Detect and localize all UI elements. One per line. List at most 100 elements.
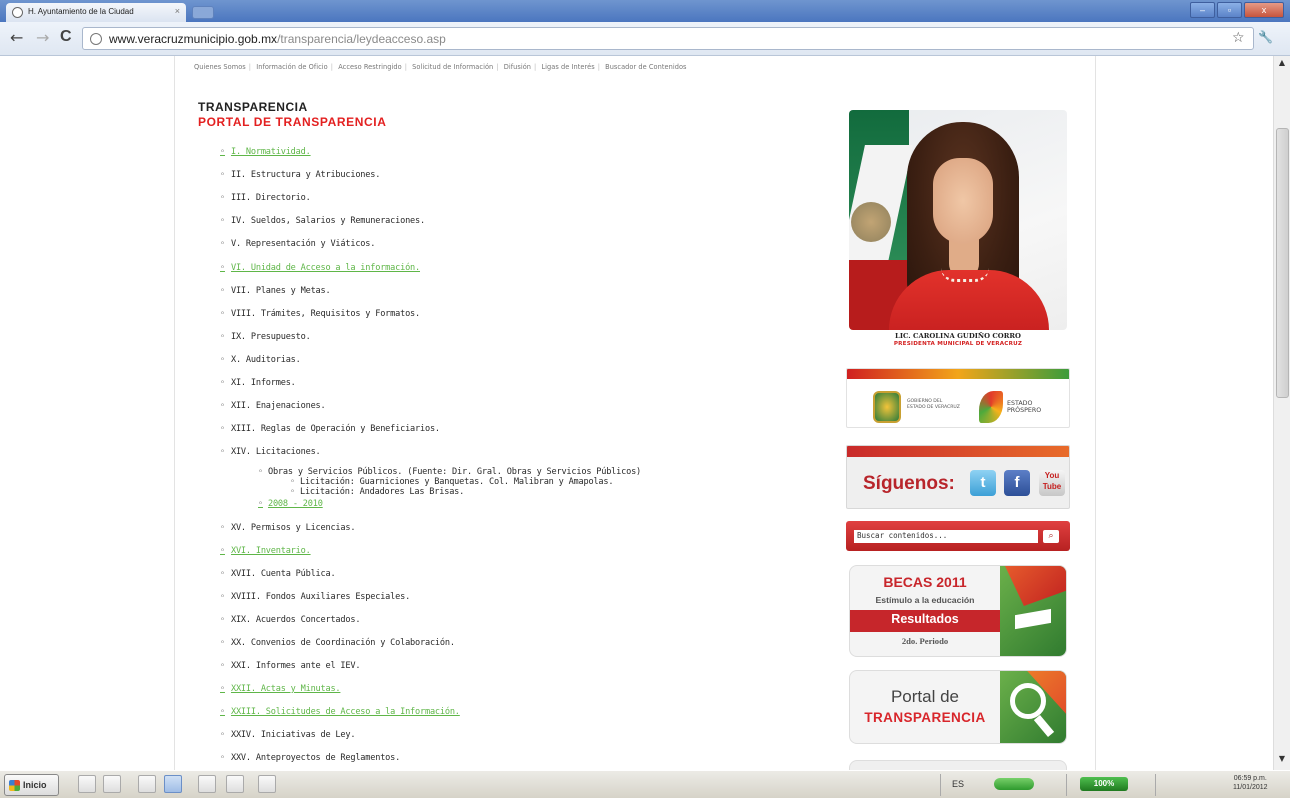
battery-percent[interactable]: 100% xyxy=(1080,777,1128,791)
browser-toolbar: ← → C www.veracruzmunicipio.gob.mx/trans… xyxy=(0,22,1290,56)
page-subtitle: PORTAL DE TRANSPARENCIA xyxy=(198,115,387,129)
sub-item-licitacion: Licitación: Guarniciones y Banquetas. Co… xyxy=(290,477,614,487)
nav-ligas-interes[interactable]: Ligas de Interés xyxy=(541,63,594,71)
page-icon xyxy=(90,33,102,45)
nav-buscador-contenidos[interactable]: Buscador de Contenidos xyxy=(605,63,686,71)
list-item: VIII. Trámites, Requisitos y Formatos. xyxy=(220,309,420,319)
nav-solicitud-informacion[interactable]: Solicitud de Información xyxy=(412,63,493,71)
globe-icon xyxy=(12,7,23,18)
tab-title: H. Ayuntamiento de la Ciudad xyxy=(28,7,134,16)
sub-item-licitacion: Licitación: Andadores Las Brisas. xyxy=(290,487,464,497)
list-item-link[interactable]: VI. Unidad de Acceso a la información. xyxy=(220,263,420,273)
next-banner-partial[interactable] xyxy=(849,760,1067,770)
list-item-link[interactable]: XVI. Inventario. xyxy=(220,546,311,556)
list-item: XVII. Cuenta Pública. xyxy=(220,569,336,579)
list-item: V. Representación y Viáticos. xyxy=(220,239,375,249)
gobierno-veracruz-banner[interactable]: GOBIERNO DEL ESTADO DE VERACRUZ ESTADO PRÓ… xyxy=(846,368,1070,428)
mayor-portrait xyxy=(849,110,1067,330)
tray-divider xyxy=(1066,774,1067,796)
list-item: X. Auditorias. xyxy=(220,355,301,365)
minimize-button[interactable]: – xyxy=(1190,2,1215,18)
nav-separator: | xyxy=(534,63,537,71)
list-item-link[interactable]: XXII. Actas y Minutas. xyxy=(220,684,341,694)
start-button[interactable]: Inicio xyxy=(4,774,59,796)
browser-tab[interactable]: H. Ayuntamiento de la Ciudad × xyxy=(6,3,186,22)
list-item: III. Directorio. xyxy=(220,193,311,203)
maximize-button[interactable]: ▫ xyxy=(1217,2,1242,18)
portal-label-1: Portal de xyxy=(890,687,960,706)
gobierno-text: GOBIERNO DEL ESTADO DE VERACRUZ xyxy=(907,399,960,410)
page-scrollbar[interactable]: ▲ ▼ xyxy=(1273,56,1290,770)
windows-taskbar: Inicio ES 100% 06:59 p.m. 11/01/2012 xyxy=(0,770,1290,798)
back-button[interactable]: ← xyxy=(10,28,23,47)
estado-prospero-text: ESTADO PRÓSPERO xyxy=(1007,400,1042,414)
list-item: XXI. Informes ante el IEV. xyxy=(220,661,361,671)
list-item: XVIII. Fondos Auxiliares Especiales. xyxy=(220,592,410,602)
nav-separator: | xyxy=(597,63,600,71)
bookmark-star-icon[interactable]: ☆ xyxy=(1232,30,1245,46)
new-tab-button[interactable] xyxy=(192,6,214,19)
portal-label-2: TRANSPARENCIA xyxy=(864,710,986,725)
reload-button[interactable]: C xyxy=(60,28,72,46)
portal-transparencia-banner[interactable]: Portal de TRANSPARENCIA xyxy=(849,670,1067,744)
scroll-thumb[interactable] xyxy=(1276,128,1289,398)
list-item: XI. Informes. xyxy=(220,378,296,388)
list-item: XIX. Acuerdos Concertados. xyxy=(220,615,361,625)
taskbar-app-icon[interactable] xyxy=(198,775,216,793)
becas-results: Resultados xyxy=(891,612,959,626)
wrench-icon[interactable]: 🔧 xyxy=(1258,30,1273,44)
forward-button[interactable]: → xyxy=(36,28,49,47)
language-indicator[interactable]: ES xyxy=(952,779,964,789)
becas-banner[interactable]: BECAS 2011 Estímulo a la educación Resul… xyxy=(849,565,1067,657)
content-search-box: Buscar contenidos... ⌕ xyxy=(846,521,1070,551)
clock-time: 06:59 p.m. xyxy=(1233,775,1267,782)
magnifier-icon xyxy=(1010,683,1046,719)
search-input[interactable]: Buscar contenidos... xyxy=(854,530,1038,543)
nav-separator: | xyxy=(404,63,407,71)
quicklaunch-desktop-icon[interactable] xyxy=(78,775,96,793)
nav-acceso-restringido[interactable]: Acceso Restringido xyxy=(338,63,402,71)
list-item: VII. Planes y Metas. xyxy=(220,286,331,296)
battery-indicator-icon[interactable] xyxy=(994,778,1034,790)
list-item: IX. Presupuesto. xyxy=(220,332,311,342)
becas-title: BECAS 2011 xyxy=(883,574,967,590)
search-icon[interactable]: ⌕ xyxy=(1043,530,1059,543)
social-banner: Síguenos: t f You Tube xyxy=(846,445,1070,509)
list-item: II. Estructura y Atribuciones. xyxy=(220,170,380,180)
state-shield-icon xyxy=(873,391,901,423)
list-item-link[interactable]: I. Normatividad. xyxy=(220,147,311,157)
tray-divider xyxy=(940,774,941,796)
estado-prospero-logo xyxy=(979,391,1003,423)
list-item: IV. Sueldos, Salarios y Remuneraciones. xyxy=(220,216,425,226)
nav-difusion[interactable]: Difusión xyxy=(504,63,531,71)
taskbar-paint-icon[interactable] xyxy=(258,775,276,793)
taskbar-chrome-icon[interactable] xyxy=(164,775,182,793)
close-window-button[interactable]: x xyxy=(1244,2,1284,18)
list-item: XXV. Anteproyectos de Reglamentos. xyxy=(220,753,400,763)
sub-item-years-link[interactable]: 2008 - 2010 xyxy=(258,499,323,509)
list-item: XX. Convenios de Coordinación y Colabora… xyxy=(220,638,455,648)
quicklaunch-app-icon[interactable] xyxy=(103,775,121,793)
nav-quienes-somos[interactable]: Quienes Somos xyxy=(194,63,246,71)
sub-item-obras: Obras y Servicios Públicos. (Fuente: Dir… xyxy=(258,467,641,477)
top-navigation: Quienes Somos | Información de Oficio | Ac… xyxy=(194,63,687,71)
quicklaunch-folder-icon[interactable] xyxy=(138,775,156,793)
scroll-down-arrow-icon[interactable]: ▼ xyxy=(1276,754,1288,766)
tray-divider xyxy=(1155,774,1156,796)
nav-separator: | xyxy=(496,63,499,71)
tab-close-icon[interactable]: × xyxy=(175,6,180,16)
taskbar-window-icon[interactable] xyxy=(226,775,244,793)
system-clock[interactable]: 06:59 p.m. 11/01/2012 xyxy=(1233,774,1268,792)
list-item-link[interactable]: XXIII. Solicitudes de Acceso a la Inform… xyxy=(220,707,460,717)
page-viewport: Quienes Somos | Información de Oficio | Ac… xyxy=(0,56,1273,770)
portrait-name: LIC. CAROLINA GUDIÑO CORRO xyxy=(895,332,1021,340)
start-label: Inicio xyxy=(23,780,47,790)
page-title: TRANSPARENCIA xyxy=(198,100,308,114)
nav-informacion-oficio[interactable]: Información de Oficio xyxy=(256,63,328,71)
facebook-icon[interactable]: f xyxy=(1004,470,1030,496)
twitter-icon[interactable]: t xyxy=(970,470,996,496)
scroll-up-arrow-icon[interactable]: ▲ xyxy=(1276,58,1288,70)
address-bar[interactable]: www.veracruzmunicipio.gob.mx/transparenc… xyxy=(82,27,1254,50)
list-item: XIII. Reglas de Operación y Beneficiario… xyxy=(220,424,440,434)
youtube-icon[interactable]: You Tube xyxy=(1039,470,1065,496)
